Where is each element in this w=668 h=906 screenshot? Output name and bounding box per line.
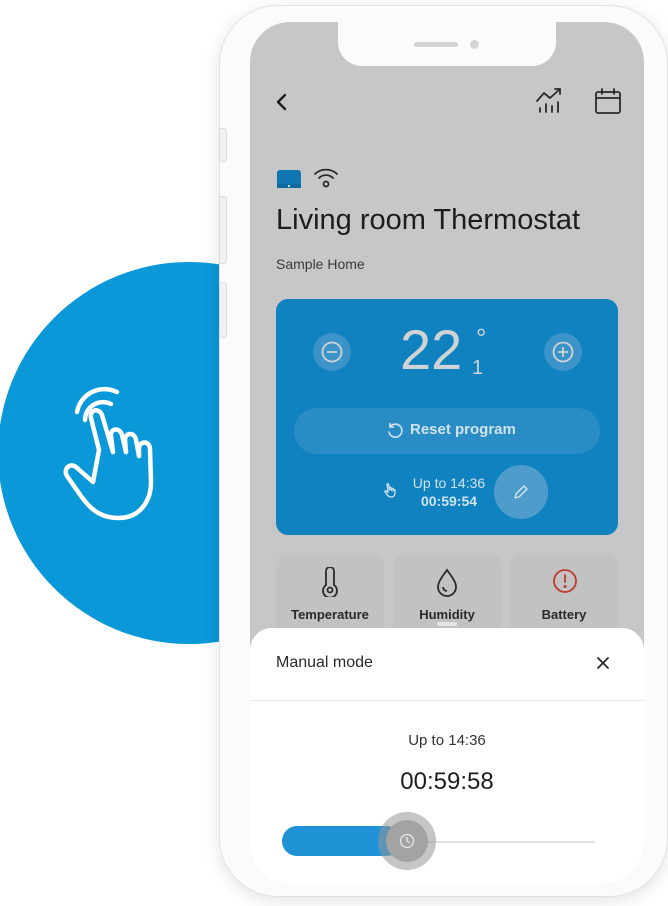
clock-icon <box>399 833 415 849</box>
tap-hand-icon <box>63 386 154 521</box>
degree-symbol: ° <box>476 323 487 353</box>
thermostat-device-icon <box>277 170 301 188</box>
plus-icon <box>552 341 574 363</box>
close-icon[interactable] <box>596 656 610 670</box>
minus-icon <box>321 341 343 363</box>
phone-screen: Living room Thermostat Sample Home 22 ° … <box>250 22 644 884</box>
manual-hand-icon <box>384 483 396 498</box>
chart-icon[interactable] <box>534 86 564 116</box>
tile-humidity-label: Humidity <box>419 607 475 622</box>
thermometer-icon <box>322 567 338 597</box>
pencil-icon <box>514 485 528 499</box>
increase-temperature-button[interactable] <box>544 333 582 371</box>
reset-program-button[interactable]: Reset program <box>294 408 600 454</box>
phone-notch <box>338 22 556 66</box>
phone-side-button <box>219 128 227 162</box>
thermostat-control-card: 22 ° 1 Reset program Up to 14:36 00:59:5… <box>276 299 618 535</box>
sheet-countdown: 00:59:58 <box>400 768 494 795</box>
duration-slider-knob[interactable] <box>386 820 428 862</box>
tile-temperature-label: Temperature <box>291 607 369 622</box>
edit-manual-mode-button[interactable] <box>494 465 548 519</box>
device-title: Living room Thermostat <box>276 204 581 236</box>
home-name: Sample Home <box>276 256 365 272</box>
tile-battery-label: Battery <box>541 607 587 622</box>
temperature-decimal: 1 <box>472 357 484 379</box>
manual-mode-sheet: Manual mode Up to 14:36 00:59:58 <box>250 622 644 884</box>
sheet-drag-handle[interactable] <box>437 622 457 626</box>
alert-icon <box>553 569 577 593</box>
sheet-divider <box>250 700 644 701</box>
sheet-until-text: Up to 14:36 <box>408 732 486 749</box>
phone-volume-down <box>219 282 227 338</box>
droplet-icon <box>437 568 457 597</box>
temperature-value: 22 <box>400 318 463 381</box>
wifi-icon <box>314 168 338 188</box>
manual-countdown: 00:59:54 <box>420 493 478 509</box>
decrease-temperature-button[interactable] <box>313 333 351 371</box>
speaker-grille <box>414 42 458 47</box>
phone-volume-up <box>219 196 227 264</box>
reset-icon <box>388 422 403 438</box>
front-camera <box>470 40 479 49</box>
manual-until-text: Up to 14:36 <box>412 475 486 491</box>
back-icon[interactable] <box>272 90 294 114</box>
reset-program-label: Reset program <box>410 421 516 438</box>
sheet-title: Manual mode <box>276 654 373 671</box>
calendar-icon[interactable] <box>593 86 623 116</box>
